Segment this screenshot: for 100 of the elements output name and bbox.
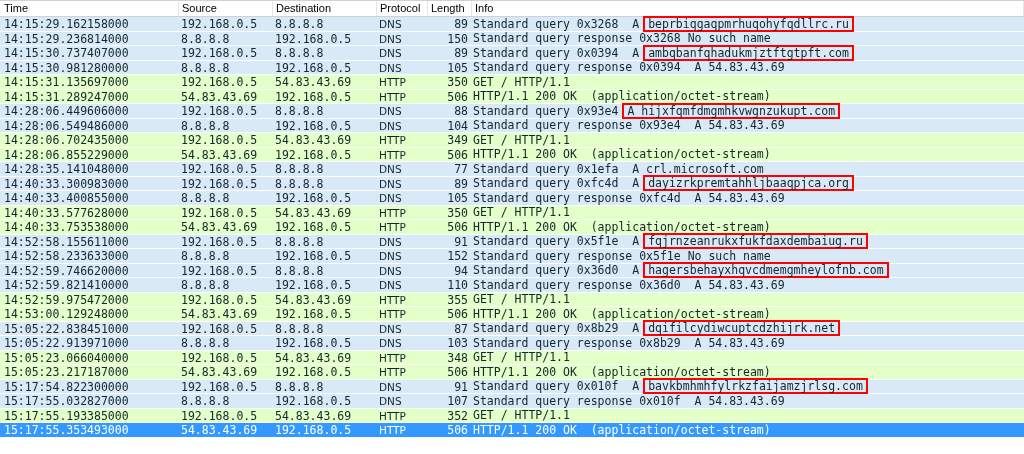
time-cell-text: 15:17:55.193385000 <box>3 408 130 422</box>
length-cell-text: 91 <box>453 379 468 393</box>
length-cell-text: 352 <box>446 408 468 422</box>
info-cell: GET / HTTP/1.1 <box>473 205 570 220</box>
source-cell-text: 192.168.0.5 <box>180 104 259 118</box>
highlighted-domain: fqjrnzeanrukxfukfdaxdembaiug.ru <box>643 233 868 250</box>
length-cell-text: 506 <box>446 307 468 321</box>
protocol-cell-text: DNS <box>378 234 403 248</box>
highlighted-domain: hagersbehayxhqvcdmemgmheylofnb.com <box>643 262 889 279</box>
packet-row[interactable]: 14:53:00.129248000 54.83.43.69 192.168.0.5 HTTP 506 HTTP/1.1 200 OK (application/octet-stream) <box>0 307 1024 322</box>
highlighted-domain: ambqbanfqhadukmjztftgtpft.com <box>643 44 854 61</box>
packet-row[interactable]: 14:15:29.162158000 192.168.0.5 8.8.8.8 DNS 89 Standard query 0x3268 A beprbiqgaqpmrhuqohyfqdllrc.ru <box>0 17 1024 32</box>
packet-row[interactable]: 14:52:59.746620000 192.168.0.5 8.8.8.8 DNS 94 Standard query 0x36d0 A hagersbehayxhqvcdmemgmheylofnb.com <box>0 263 1024 278</box>
length-cell-text: 105 <box>446 191 468 205</box>
column-header[interactable]: Length <box>428 1 472 16</box>
destination-cell-text: 54.83.43.69 <box>274 133 353 147</box>
packet-row[interactable]: 15:05:23.217187000 54.83.43.69 192.168.0.5 HTTP 506 HTTP/1.1 200 OK (application/octet-stream) <box>0 365 1024 380</box>
column-header[interactable]: Time <box>0 1 179 16</box>
protocol-cell-text: DNS <box>378 31 403 45</box>
source-cell-text: 192.168.0.5 <box>180 133 259 147</box>
protocol-cell-text: DNS <box>378 394 403 408</box>
source-cell-text: 192.168.0.5 <box>180 75 259 89</box>
packet-row[interactable]: 14:40:33.753538000 54.83.43.69 192.168.0.5 HTTP 506 HTTP/1.1 200 OK (application/octet-stream) <box>0 220 1024 235</box>
packet-row[interactable]: 14:28:06.702435000 192.168.0.5 54.83.43.69 HTTP 349 GET / HTTP/1.1 <box>0 133 1024 148</box>
length-cell-text: 94 <box>453 263 468 277</box>
info-cell: GET / HTTP/1.1 <box>473 408 570 423</box>
source-cell-text: 192.168.0.5 <box>180 205 259 219</box>
column-header[interactable]: Info <box>472 1 1024 16</box>
highlighted-domain: bavkbmhmhfylrkzfaijamzjrlsg.com <box>643 378 868 395</box>
column-header[interactable]: Source <box>179 1 273 16</box>
info-cell: Standard query 0x8b29 A <box>473 321 640 336</box>
length-cell-text: 350 <box>446 75 468 89</box>
destination-cell-text: 54.83.43.69 <box>274 350 353 364</box>
length-cell-text: 89 <box>453 17 468 31</box>
time-cell-text: 15:17:55.032827000 <box>3 394 130 408</box>
packet-row[interactable]: 14:15:30.737407000 192.168.0.5 8.8.8.8 DNS 89 Standard query 0x0394 A ambqbanfqhadukmjztftgtpft.com <box>0 46 1024 61</box>
protocol-cell-text: HTTP <box>378 147 407 161</box>
destination-cell-text: 8.8.8.8 <box>274 162 325 176</box>
protocol-cell-text: DNS <box>378 278 403 292</box>
time-cell-text: 14:28:06.549486000 <box>3 118 130 132</box>
info-cell: Standard query response 0x93e4 A 54.83.43.69 <box>473 118 785 133</box>
destination-cell-text: 54.83.43.69 <box>274 292 353 306</box>
info-cell: Standard query response 0x5f1e No such name <box>473 248 771 263</box>
destination-cell-text: 8.8.8.8 <box>274 263 325 277</box>
source-cell-text: 54.83.43.69 <box>180 89 259 103</box>
protocol-cell-text: HTTP <box>378 307 407 321</box>
info-cell: Standard query 0x3268 A <box>473 16 640 31</box>
protocol-cell-text: DNS <box>378 336 403 350</box>
source-cell-text: 8.8.8.8 <box>180 118 231 132</box>
protocol-cell-text: DNS <box>378 249 403 263</box>
info-cell: Standard query 0x93e4 <box>473 103 619 118</box>
packet-row[interactable]: 14:28:35.141048000 192.168.0.5 8.8.8.8 DNS 77 Standard query 0x1efa A crl.microsoft.com <box>0 162 1024 177</box>
packet-row[interactable]: 14:52:58.233633000 8.8.8.8 192.168.0.5 DNS 152 Standard query response 0x5f1e No such name <box>0 249 1024 264</box>
length-cell-text: 105 <box>446 60 468 74</box>
packet-row[interactable]: 14:52:59.821410000 8.8.8.8 192.168.0.5 DNS 110 Standard query response 0x36d0 A 54.83.43.69 <box>0 278 1024 293</box>
info-cell: Standard query response 0x0394 A 54.83.43.69 <box>473 60 785 75</box>
info-cell: Standard query 0x1efa A crl.microsoft.com <box>473 161 764 176</box>
destination-cell-text: 8.8.8.8 <box>274 379 325 393</box>
destination-cell-text: 8.8.8.8 <box>274 176 325 190</box>
source-cell-text: 54.83.43.69 <box>180 147 259 161</box>
length-cell-text: 506 <box>446 220 468 234</box>
column-header[interactable]: Protocol <box>377 1 428 16</box>
length-cell-text: 89 <box>453 176 468 190</box>
source-cell-text: 8.8.8.8 <box>180 278 231 292</box>
source-cell-text: 192.168.0.5 <box>180 350 259 364</box>
length-cell-text: 91 <box>453 234 468 248</box>
protocol-cell-text: HTTP <box>378 205 407 219</box>
packet-row[interactable]: 14:15:31.135697000 192.168.0.5 54.83.43.69 HTTP 350 GET / HTTP/1.1 <box>0 75 1024 90</box>
destination-cell-text: 192.168.0.5 <box>274 249 353 263</box>
destination-cell-text: 192.168.0.5 <box>274 220 353 234</box>
destination-cell-text: 54.83.43.69 <box>274 75 353 89</box>
info-cell: Standard query 0x0394 A <box>473 45 640 60</box>
source-cell-text: 192.168.0.5 <box>180 408 259 422</box>
packet-row[interactable]: 15:05:22.913971000 8.8.8.8 192.168.0.5 DNS 103 Standard query response 0x8b29 A 54.83.43.69 <box>0 336 1024 351</box>
time-cell-text: 14:40:33.753538000 <box>3 220 130 234</box>
source-cell-text: 54.83.43.69 <box>180 365 259 379</box>
source-cell-text: 192.168.0.5 <box>180 46 259 60</box>
info-cell: Standard query response 0x3268 No such name <box>473 31 771 46</box>
source-cell-text: 192.168.0.5 <box>180 263 259 277</box>
packet-row[interactable]: 14:28:06.449606000 192.168.0.5 8.8.8.8 DNS 88 Standard query 0x93e4 A hijxfqmfdmgmhkvwgnzukupt.com <box>0 104 1024 119</box>
source-cell-text: 8.8.8.8 <box>180 336 231 350</box>
info-cell: HTTP/1.1 200 OK (application/octet-stream) <box>473 89 771 104</box>
destination-cell-text: 192.168.0.5 <box>274 60 353 74</box>
packet-row[interactable]: 15:17:55.032827000 8.8.8.8 192.168.0.5 DNS 107 Standard query response 0x010f A 54.83.43.69 <box>0 394 1024 409</box>
protocol-cell-text: DNS <box>378 17 403 31</box>
length-cell-text: 349 <box>446 133 468 147</box>
destination-cell-text: 192.168.0.5 <box>274 336 353 350</box>
info-cell: Standard query 0x5f1e A <box>473 234 640 249</box>
length-cell-text: 89 <box>453 46 468 60</box>
length-cell-text: 103 <box>446 336 468 350</box>
column-header[interactable]: Destination <box>273 1 377 16</box>
time-cell-text: 15:05:23.217187000 <box>3 365 130 379</box>
destination-cell-text: 192.168.0.5 <box>274 89 353 103</box>
time-cell-text: 14:40:33.300983000 <box>3 176 130 190</box>
packet-row[interactable]: 14:40:33.400855000 8.8.8.8 192.168.0.5 DNS 105 Standard query response 0xfc4d A 54.83.43.69 <box>0 191 1024 206</box>
destination-cell-text: 192.168.0.5 <box>274 394 353 408</box>
protocol-cell-text: HTTP <box>378 350 407 364</box>
info-cell: Standard query response 0x36d0 A 54.83.43.69 <box>473 277 785 292</box>
time-cell-text: 14:15:30.981280000 <box>3 60 130 74</box>
time-cell-text: 15:17:54.822300000 <box>3 379 130 393</box>
